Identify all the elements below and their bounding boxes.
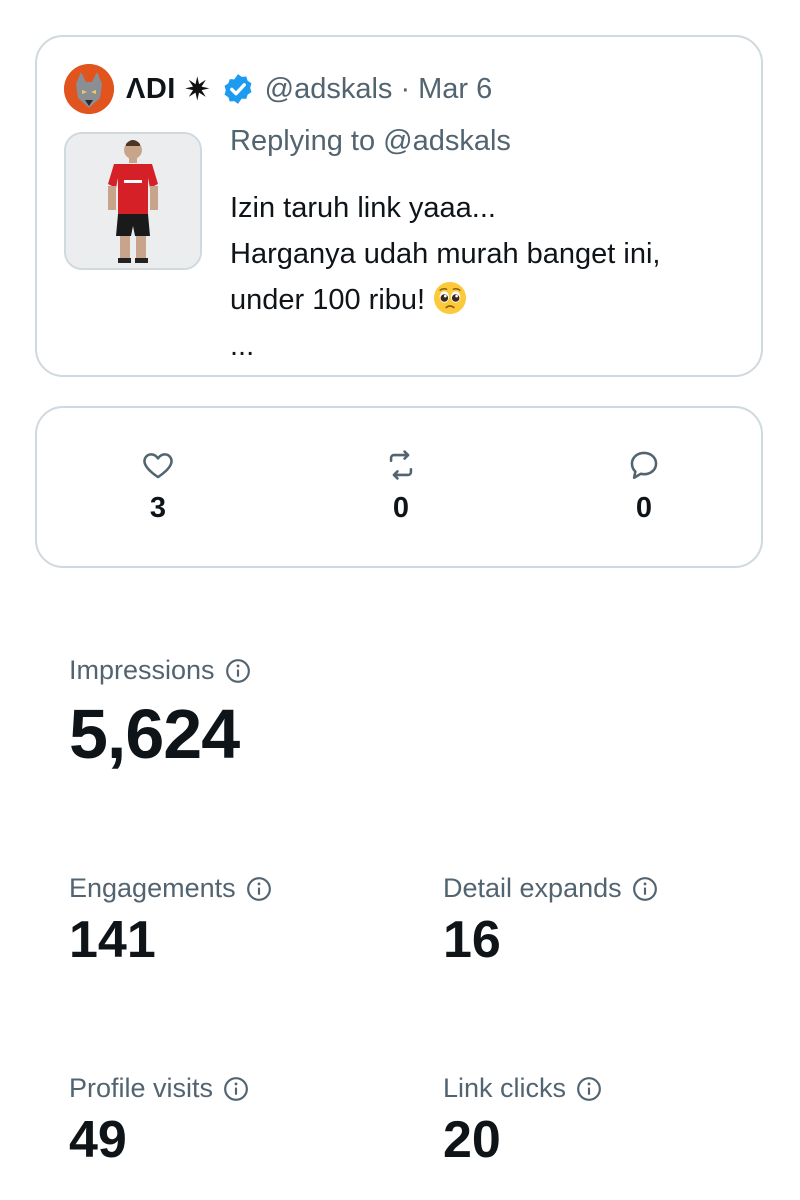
metric-value: 16 bbox=[443, 911, 501, 969]
metric-value: 49 bbox=[69, 1111, 127, 1169]
engagement-actions-card: 3 0 0 bbox=[35, 406, 763, 568]
metric-value: 141 bbox=[69, 911, 156, 969]
tweet-header: ΛDI ✷ @adskals · Mar 6 bbox=[64, 64, 492, 114]
display-name[interactable]: ΛDI bbox=[126, 73, 176, 106]
heart-icon[interactable] bbox=[141, 448, 175, 482]
info-icon[interactable] bbox=[246, 876, 272, 902]
separator: · bbox=[400, 72, 411, 105]
pleading-face-emoji bbox=[433, 281, 467, 315]
like-action[interactable]: 3 bbox=[118, 448, 198, 525]
metric-label: Profile visits bbox=[69, 1073, 214, 1103]
metric-detail-expands: Detail expands 16 bbox=[443, 873, 658, 970]
info-icon[interactable] bbox=[632, 876, 658, 902]
metric-label: Impressions bbox=[69, 655, 215, 685]
tweet-line-1: Izin taruh link yaaa... bbox=[230, 192, 496, 224]
metric-impressions: Impressions 5,624 bbox=[69, 655, 251, 774]
reply-icon[interactable] bbox=[627, 448, 661, 482]
quoted-tweet-card[interactable]: ΛDI ✷ @adskals · Mar 6 Replying to @adsk… bbox=[35, 35, 763, 377]
product-thumbnail[interactable] bbox=[64, 132, 202, 270]
metric-link-clicks: Link clicks 20 bbox=[443, 1073, 602, 1170]
info-icon[interactable] bbox=[225, 658, 251, 684]
tweet-line-3: under 100 ribu! bbox=[230, 277, 660, 323]
handle[interactable]: @adskals bbox=[265, 73, 393, 106]
metric-value: 5,624 bbox=[69, 695, 240, 773]
tweet-date[interactable]: Mar 6 bbox=[418, 73, 492, 106]
like-count: 3 bbox=[149, 492, 167, 524]
metric-engagements: Engagements 141 bbox=[69, 873, 272, 970]
tweet-text: Izin taruh link yaaa... Harganya udah mu… bbox=[230, 185, 660, 369]
replying-to[interactable]: Replying to @adskals bbox=[230, 125, 511, 158]
tweet-line-3-text: under 100 ribu! bbox=[230, 284, 426, 316]
tweet-line-4: ... bbox=[230, 330, 255, 362]
metric-value: 20 bbox=[443, 1111, 501, 1169]
tweet-line-2: Harganya udah murah banget ini, bbox=[230, 238, 661, 270]
metric-label: Detail expands bbox=[443, 873, 622, 903]
info-icon[interactable] bbox=[223, 1076, 249, 1102]
star-icon: ✷ bbox=[183, 71, 211, 107]
metric-profile-visits: Profile visits 49 bbox=[69, 1073, 249, 1170]
repost-action[interactable]: 0 bbox=[361, 448, 441, 525]
reply-action[interactable]: 0 bbox=[604, 448, 684, 525]
metric-label: Engagements bbox=[69, 873, 236, 903]
avatar[interactable] bbox=[64, 64, 114, 114]
repost-count: 0 bbox=[392, 492, 410, 524]
metric-label: Link clicks bbox=[443, 1073, 567, 1103]
reply-count: 0 bbox=[635, 492, 653, 524]
verified-badge-icon bbox=[221, 72, 255, 106]
info-icon[interactable] bbox=[576, 1076, 602, 1102]
repost-icon[interactable] bbox=[384, 448, 418, 482]
